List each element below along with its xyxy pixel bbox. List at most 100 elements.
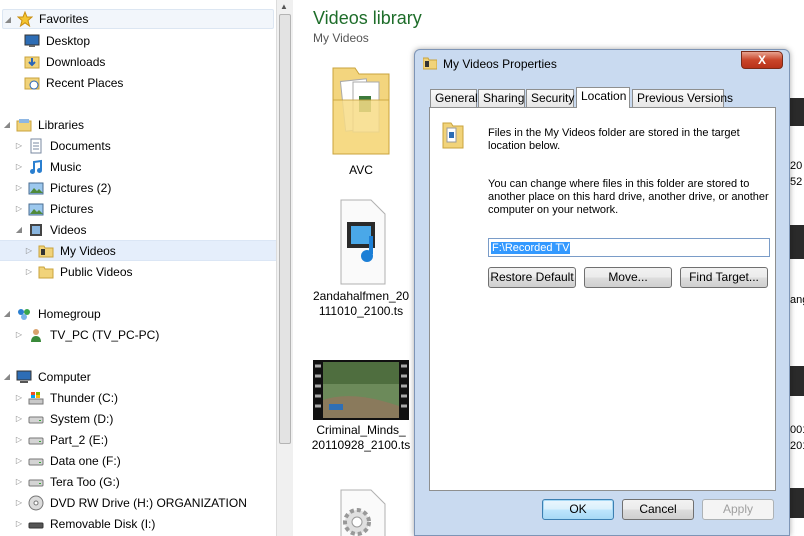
nav-recent-places[interactable]: Recent Places: [24, 72, 123, 93]
file-item-2andahalfmen[interactable]: 2andahalfmen_20 111010_2100.ts: [306, 198, 416, 319]
tab-sharing[interactable]: Sharing: [478, 89, 525, 107]
expand-arrow-icon[interactable]: ▷: [14, 498, 24, 507]
nav-downloads-label: Downloads: [46, 54, 106, 69]
nav-drive-e[interactable]: ▷ Part_2 (E:): [14, 429, 108, 450]
recent-places-icon: [24, 77, 40, 89]
nav-drive-i[interactable]: ▷ Removable Disk (I:): [14, 513, 155, 534]
close-button[interactable]: X: [741, 51, 783, 69]
cut-label: 52: [790, 176, 803, 188]
gear-file-icon: [340, 489, 386, 536]
nav-downloads[interactable]: Downloads: [24, 51, 105, 72]
nav-tv-pc[interactable]: ▷ TV_PC (TV_PC-PC): [14, 324, 159, 345]
cut-thumbnail: [790, 98, 804, 126]
scroll-up-icon[interactable]: ▲: [280, 2, 288, 11]
removable-disk-icon: [28, 522, 44, 528]
expand-arrow-icon[interactable]: ▷: [14, 456, 24, 465]
music-icon: [30, 159, 42, 174]
file-item-criminal-minds[interactable]: Criminal_Minds_ 20110928_2100.ts: [306, 360, 416, 453]
nav-favorites[interactable]: ◢ Favorites: [2, 9, 274, 29]
nav-drive-i-label: Removable Disk (I:): [50, 516, 156, 531]
tab-location[interactable]: Location: [576, 87, 630, 108]
pictures-icon: [28, 182, 44, 194]
expand-arrow-icon[interactable]: ▷: [14, 414, 24, 423]
nav-favorites-label: Favorites: [39, 12, 89, 26]
expand-arrow-icon[interactable]: ▷: [24, 246, 34, 255]
file-name-line2: 20110928_2100.ts: [311, 438, 411, 452]
cut-thumbnail: [790, 225, 804, 259]
expand-arrow-icon[interactable]: ◢: [2, 309, 12, 318]
nav-desktop-label: Desktop: [46, 33, 91, 48]
apply-button[interactable]: Apply: [702, 499, 774, 520]
computer-icon: [16, 370, 32, 383]
folder-icon: [38, 266, 54, 278]
scrollbar-thumb[interactable]: [279, 14, 291, 444]
cut-thumbnail: [790, 366, 804, 396]
nav-drive-h-label: DVD RW Drive (H:) ORGANIZATION: [50, 495, 247, 510]
nav-desktop[interactable]: Desktop: [24, 30, 90, 51]
expand-arrow-icon[interactable]: ▷: [24, 267, 34, 276]
nav-my-videos[interactable]: ▷ My Videos: [0, 240, 276, 261]
location-path-value: F:\Recorded TV: [491, 242, 571, 254]
location-path-input[interactable]: F:\Recorded TV: [488, 238, 770, 257]
info-line2: another place on this hard drive, anothe…: [488, 191, 769, 203]
nav-music[interactable]: ▷ Music: [14, 156, 81, 177]
hard-drive-icon: [28, 416, 44, 423]
nav-drive-c-label: Thunder (C:): [50, 390, 119, 405]
navigation-pane: ◢ Favorites Desktop Downloads Recent Pla…: [0, 0, 276, 536]
folder-icon: [423, 57, 437, 70]
expand-arrow-icon[interactable]: ▷: [14, 435, 24, 444]
nav-computer[interactable]: ◢ Computer: [2, 366, 91, 387]
expand-arrow-icon[interactable]: ▷: [14, 141, 24, 150]
tab-security[interactable]: Security: [526, 89, 574, 107]
find-target-button[interactable]: Find Target...: [680, 267, 768, 288]
expand-arrow-icon[interactable]: ▷: [14, 393, 24, 402]
expand-arrow-icon[interactable]: ▷: [14, 204, 24, 213]
nav-documents[interactable]: ▷ Documents: [14, 135, 111, 156]
nav-public-videos-label: Public Videos: [60, 264, 133, 279]
libraries-icon: [16, 118, 32, 131]
nav-videos-label: Videos: [50, 222, 87, 237]
nav-pictures[interactable]: ▷ Pictures: [14, 198, 93, 219]
nav-pictures-2-label: Pictures (2): [50, 180, 112, 195]
expand-arrow-icon[interactable]: ◢: [3, 15, 13, 24]
nav-tv-pc-label: TV_PC (TV_PC-PC): [50, 327, 160, 342]
expand-arrow-icon[interactable]: ◢: [2, 372, 12, 381]
cancel-button[interactable]: Cancel: [622, 499, 694, 520]
file-name-line1: Criminal_Minds_: [316, 423, 406, 437]
user-icon: [31, 328, 41, 342]
expand-arrow-icon[interactable]: ▷: [14, 183, 24, 192]
nav-pictures-label: Pictures: [50, 201, 94, 216]
nav-videos[interactable]: ◢ Videos: [14, 219, 87, 240]
tab-general[interactable]: General: [430, 89, 478, 107]
cut-thumbnail: [790, 488, 804, 518]
expand-arrow-icon[interactable]: ▷: [14, 519, 24, 528]
nav-pictures-2[interactable]: ▷ Pictures (2): [14, 177, 111, 198]
expand-arrow-icon[interactable]: ▷: [14, 162, 24, 171]
nav-recent-places-label: Recent Places: [46, 75, 124, 90]
nav-libraries[interactable]: ◢ Libraries: [2, 114, 84, 135]
file-item-settings[interactable]: [306, 488, 416, 536]
nav-drive-g[interactable]: ▷ Tera Too (G:): [14, 471, 120, 492]
expand-arrow-icon[interactable]: ▷: [14, 477, 24, 486]
expand-arrow-icon[interactable]: ◢: [14, 225, 24, 234]
nav-public-videos[interactable]: ▷ Public Videos: [24, 261, 133, 282]
restore-default-button[interactable]: Restore Default: [488, 267, 576, 288]
nav-drive-h[interactable]: ▷ DVD RW Drive (H:) ORGANIZATION: [14, 492, 247, 513]
nav-drive-c[interactable]: ▷ Thunder (C:): [14, 387, 118, 408]
nav-homegroup[interactable]: ◢ Homegroup: [2, 303, 101, 324]
nav-drive-d-label: System (D:): [50, 411, 114, 426]
file-item-avc[interactable]: AVC: [306, 60, 416, 178]
hard-drive-icon: [28, 458, 44, 465]
nav-drive-d[interactable]: ▷ System (D:): [14, 408, 113, 429]
hard-drive-icon: [28, 479, 44, 486]
nav-drive-f[interactable]: ▷ Data one (F:): [14, 450, 121, 471]
properties-dialog: My Videos Properties X General Sharing S…: [414, 49, 790, 536]
ok-button[interactable]: OK: [542, 499, 614, 520]
library-subtitle: My Videos: [313, 31, 369, 45]
windows-drive-icon: [28, 391, 44, 404]
move-button[interactable]: Move...: [584, 267, 672, 288]
nav-scrollbar[interactable]: ▲: [276, 0, 293, 536]
tab-previous-versions[interactable]: Previous Versions: [632, 89, 733, 107]
expand-arrow-icon[interactable]: ◢: [2, 120, 12, 129]
expand-arrow-icon[interactable]: ▷: [14, 330, 24, 339]
